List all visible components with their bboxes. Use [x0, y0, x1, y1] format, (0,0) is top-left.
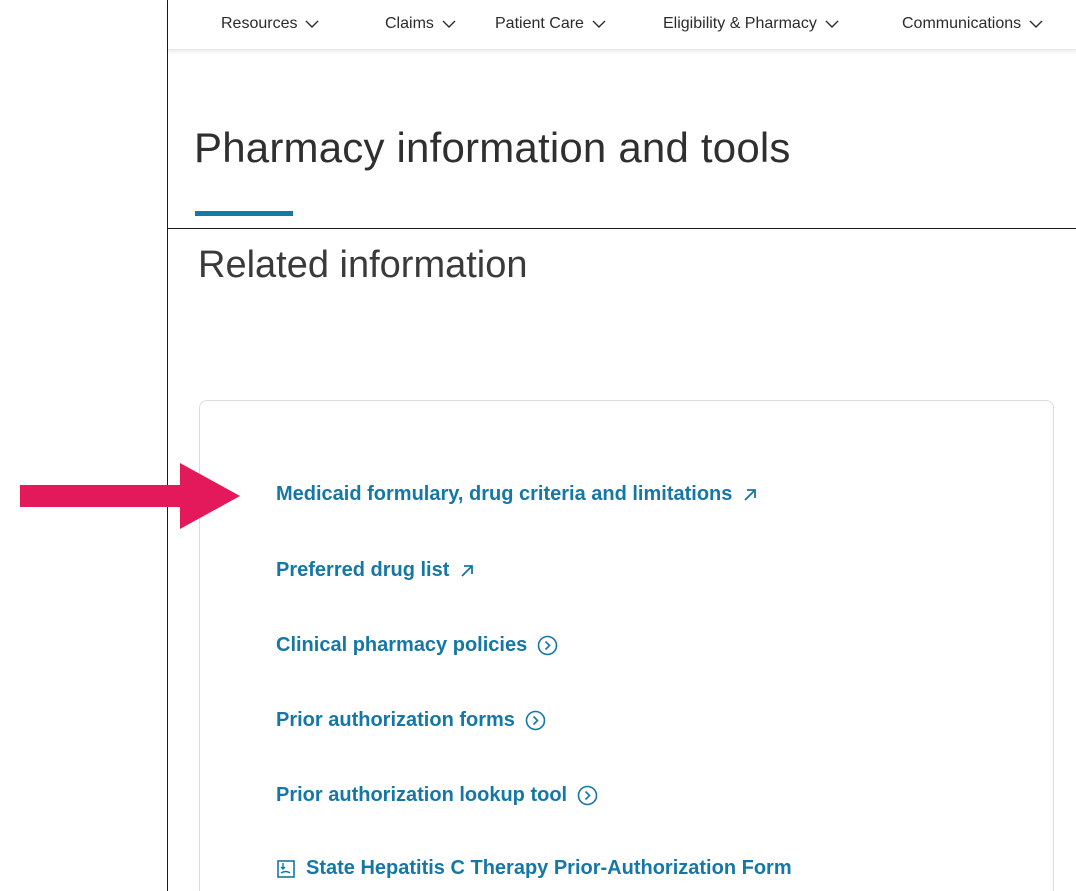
- chevron-down-icon: [592, 20, 606, 28]
- nav-item-label: Resources: [221, 15, 298, 32]
- link-label: State Hepatitis C Therapy Prior-Authoriz…: [306, 857, 792, 879]
- link-hepatitis-c-prior-authorization-form[interactable]: State Hepatitis C Therapy Prior-Authoriz…: [276, 857, 792, 880]
- divider: [168, 228, 1076, 229]
- external-link-icon: [744, 488, 757, 501]
- nav-item-label: Eligibility & Pharmacy: [663, 15, 817, 32]
- nav-item-label: Claims: [385, 15, 434, 32]
- chevron-down-icon: [825, 20, 839, 28]
- link-label: Prior authorization forms: [276, 709, 515, 731]
- page-title: Pharmacy information and tools: [194, 124, 791, 171]
- link-prior-authorization-lookup-tool[interactable]: Prior authorization lookup tool: [276, 784, 598, 807]
- nav-item-patient-care[interactable]: Patient Care: [495, 15, 606, 33]
- chevron-down-icon: [305, 20, 319, 28]
- nav-item-communications[interactable]: Communications: [902, 15, 1043, 33]
- link-label: Prior authorization lookup tool: [276, 784, 568, 806]
- external-link-icon: [461, 564, 474, 577]
- nav-item-claims[interactable]: Claims: [385, 15, 456, 33]
- pdf-icon: [277, 859, 295, 878]
- link-label: Medicaid formulary, drug criteria and li…: [276, 483, 733, 505]
- chevron-down-icon: [442, 20, 456, 28]
- nav-item-eligibility-pharmacy[interactable]: Eligibility & Pharmacy: [663, 15, 839, 33]
- link-preferred-drug-list[interactable]: Preferred drug list: [276, 559, 475, 582]
- nav-item-label: Communications: [902, 15, 1022, 32]
- nav-item-resources[interactable]: Resources: [221, 15, 319, 33]
- chevron-circle-right-icon: [525, 710, 546, 731]
- top-navigation: Resources Claims Patient Care Eligibilit…: [168, 0, 1076, 50]
- chevron-circle-right-icon: [537, 635, 558, 656]
- link-clinical-pharmacy-policies[interactable]: Clinical pharmacy policies: [276, 634, 558, 657]
- nav-item-label: Patient Care: [495, 15, 584, 32]
- chevron-circle-right-icon: [577, 785, 598, 806]
- link-prior-authorization-forms[interactable]: Prior authorization forms: [276, 709, 546, 732]
- annotation-arrow-icon: [20, 463, 240, 529]
- link-medicaid-formulary[interactable]: Medicaid formulary, drug criteria and li…: [276, 483, 758, 506]
- chevron-down-icon: [1029, 20, 1043, 28]
- title-underline: [195, 211, 293, 216]
- link-label: Clinical pharmacy policies: [276, 634, 528, 656]
- page-frame: Resources Claims Patient Care Eligibilit…: [167, 0, 1076, 891]
- link-label: Preferred drug list: [276, 559, 450, 581]
- related-information-heading: Related information: [198, 244, 528, 286]
